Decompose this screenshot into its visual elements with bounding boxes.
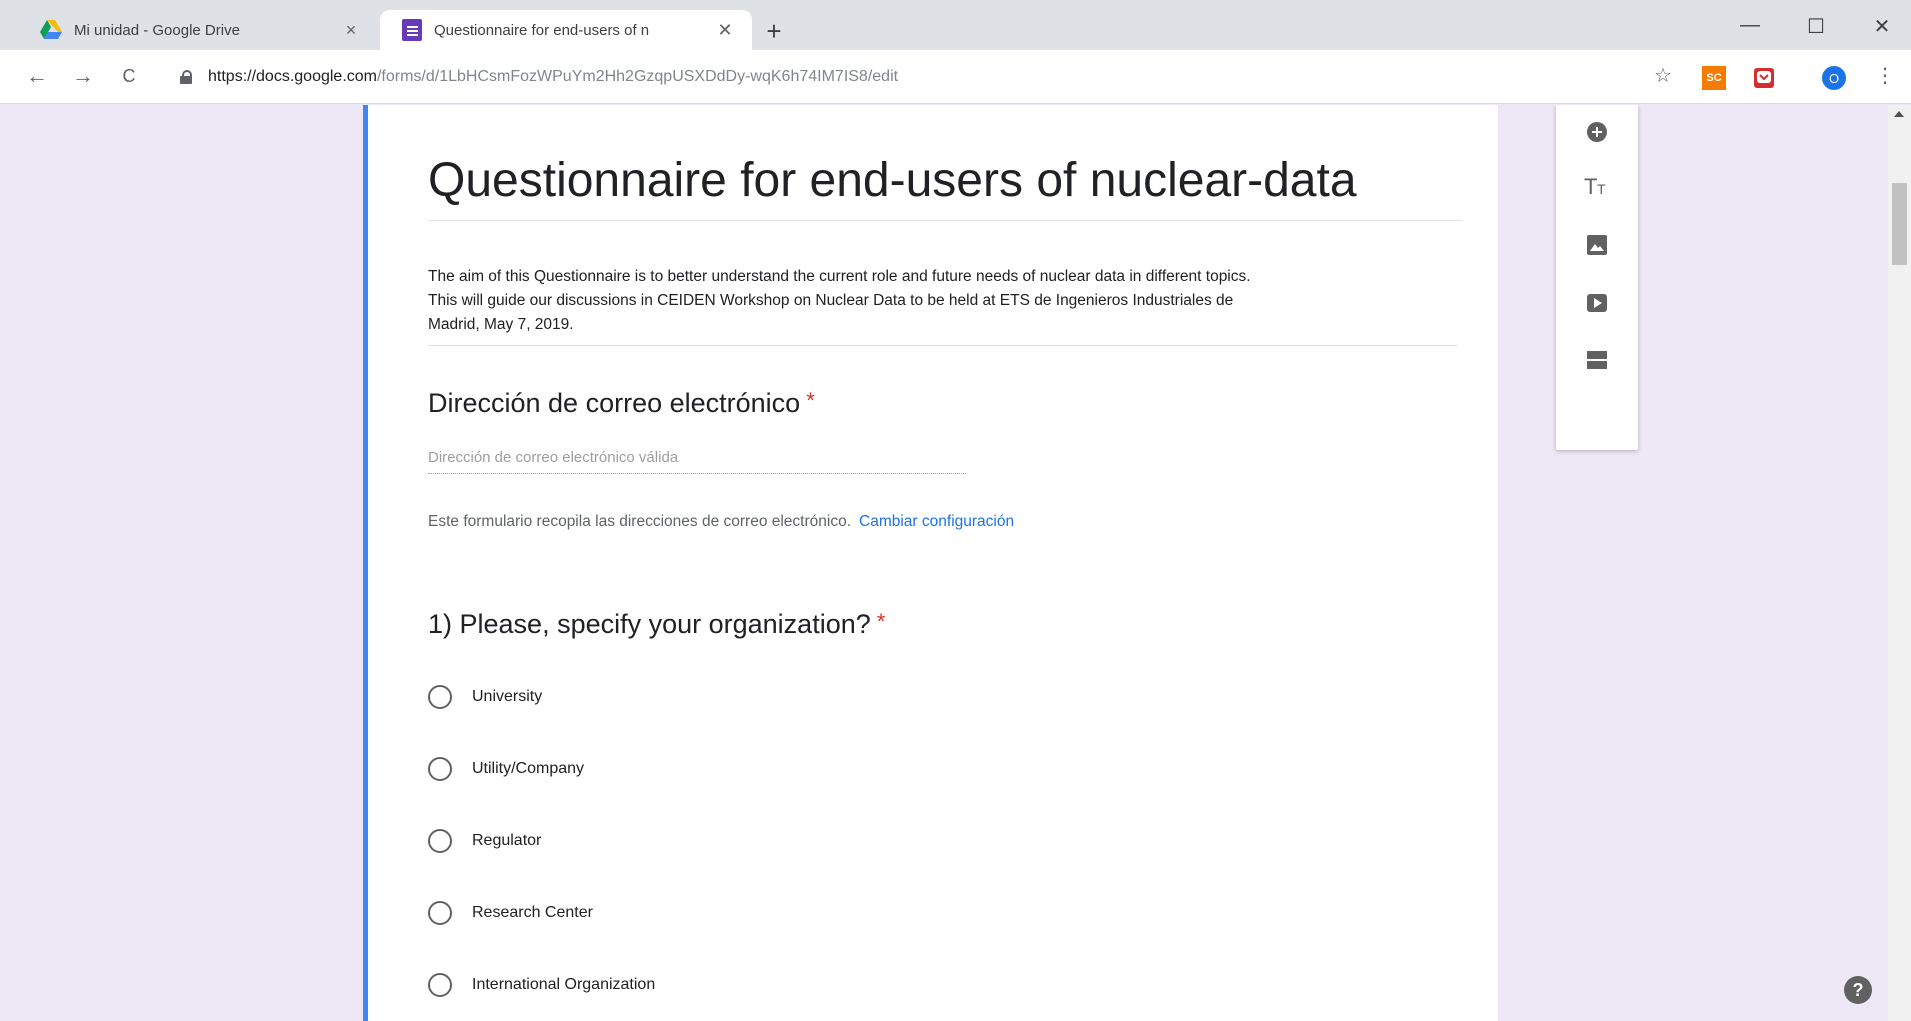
profile-avatar[interactable]: O [1822, 66, 1846, 90]
change-settings-link[interactable]: Cambiar configuración [859, 513, 1014, 530]
maximize-icon[interactable]: ☐ [1804, 14, 1828, 38]
form-description[interactable]: The aim of this Questionnaire is to bett… [428, 265, 1458, 346]
scroll-up-icon[interactable] [1894, 111, 1904, 117]
required-mark: * [876, 609, 886, 634]
url-path: /forms/d/1LbHCsmFozWPuYm2Hh2GzqpUSXDdDy-… [376, 68, 899, 85]
radio-button[interactable] [428, 685, 452, 709]
close-tab-icon[interactable]: ✕ [714, 20, 736, 41]
svg-text:T: T [1597, 181, 1606, 197]
question-title-text: 1) Please, specify your organization? [428, 609, 871, 639]
option-label: International Organization [472, 976, 656, 993]
option-regulator[interactable]: Regulator [428, 826, 541, 856]
close-tab-icon[interactable]: × [340, 20, 362, 41]
option-label: Research Center [472, 904, 593, 921]
page-scrollbar[interactable] [1888, 105, 1911, 1021]
new-tab-button[interactable]: + [762, 18, 786, 44]
description-line: This will guide our discussions in CEIDE… [428, 292, 1234, 309]
extension-pocket-icon[interactable] [1752, 66, 1776, 90]
description-line: The aim of this Questionnaire is to bett… [428, 268, 1251, 285]
close-window-icon[interactable]: ✕ [1870, 14, 1894, 38]
radio-button[interactable] [428, 829, 452, 853]
radio-button[interactable] [428, 757, 452, 781]
option-utility-company[interactable]: Utility/Company [428, 754, 584, 784]
side-toolbar: TT [1556, 105, 1638, 450]
description-line: Madrid, May 7, 2019. [428, 316, 574, 333]
help-icon[interactable]: ? [1844, 976, 1872, 1004]
question-1-title: 1) Please, specify your organization? * [428, 609, 1462, 640]
option-research-center[interactable]: Research Center [428, 898, 593, 928]
radio-button[interactable] [428, 901, 452, 925]
option-label: Regulator [472, 832, 542, 849]
form-editor-page: Questionnaire for end-users of nuclear-d… [0, 105, 1911, 1021]
add-section-icon[interactable] [1580, 343, 1614, 377]
option-international-organization[interactable]: International Organization [428, 970, 655, 1000]
lock-icon [180, 70, 192, 84]
bookmark-star-icon[interactable]: ☆ [1650, 64, 1676, 90]
tab-google-drive[interactable]: Mi unidad - Google Drive × [18, 10, 378, 50]
scroll-thumb[interactable] [1892, 183, 1907, 265]
add-title-icon[interactable]: TT [1580, 169, 1614, 203]
tab-title: Mi unidad - Google Drive [74, 21, 240, 39]
forward-icon[interactable]: → [70, 64, 96, 90]
add-video-icon[interactable] [1580, 286, 1614, 320]
option-label: Utility/Company [472, 760, 585, 777]
minimize-icon[interactable]: — [1738, 14, 1762, 38]
tab-strip: Mi unidad - Google Drive × Questionnaire… [0, 0, 1911, 50]
tab-questionnaire[interactable]: Questionnaire for end-users of n ✕ [380, 10, 752, 50]
browser-toolbar: ← → C https://docs.google.com/forms/d/1L… [0, 50, 1911, 104]
email-collect-note: Este formulario recopila las direcciones… [428, 513, 1462, 531]
reload-icon[interactable]: C [116, 64, 142, 90]
option-university[interactable]: University [428, 682, 542, 712]
google-forms-icon [402, 19, 422, 41]
form-title[interactable]: Questionnaire for end-users of nuclear-d… [428, 153, 1462, 221]
required-mark: * [806, 388, 815, 413]
url-host: https://docs.google.com [208, 68, 377, 85]
option-label: University [472, 688, 543, 705]
tab-title: Questionnaire for end-users of n [434, 21, 650, 39]
radio-button[interactable] [428, 973, 452, 997]
form-card: Questionnaire for end-users of nuclear-d… [363, 105, 1498, 1021]
google-drive-icon [40, 20, 62, 40]
address-bar[interactable]: https://docs.google.com/forms/d/1LbHCsmF… [180, 60, 1680, 94]
add-question-icon[interactable] [1580, 115, 1614, 149]
email-input[interactable] [428, 442, 966, 474]
svg-text:T: T [1584, 175, 1597, 197]
browser-menu-icon[interactable]: ⋮ [1872, 64, 1898, 90]
back-icon[interactable]: ← [24, 64, 50, 90]
email-question-title: Dirección de correo electrónico * [428, 388, 1462, 419]
extension-sc-icon[interactable]: SC [1702, 66, 1726, 90]
add-image-icon[interactable] [1580, 228, 1614, 262]
question-title-text: Dirección de correo electrónico [428, 388, 801, 418]
collect-note-text: Este formulario recopila las direcciones… [428, 513, 852, 530]
